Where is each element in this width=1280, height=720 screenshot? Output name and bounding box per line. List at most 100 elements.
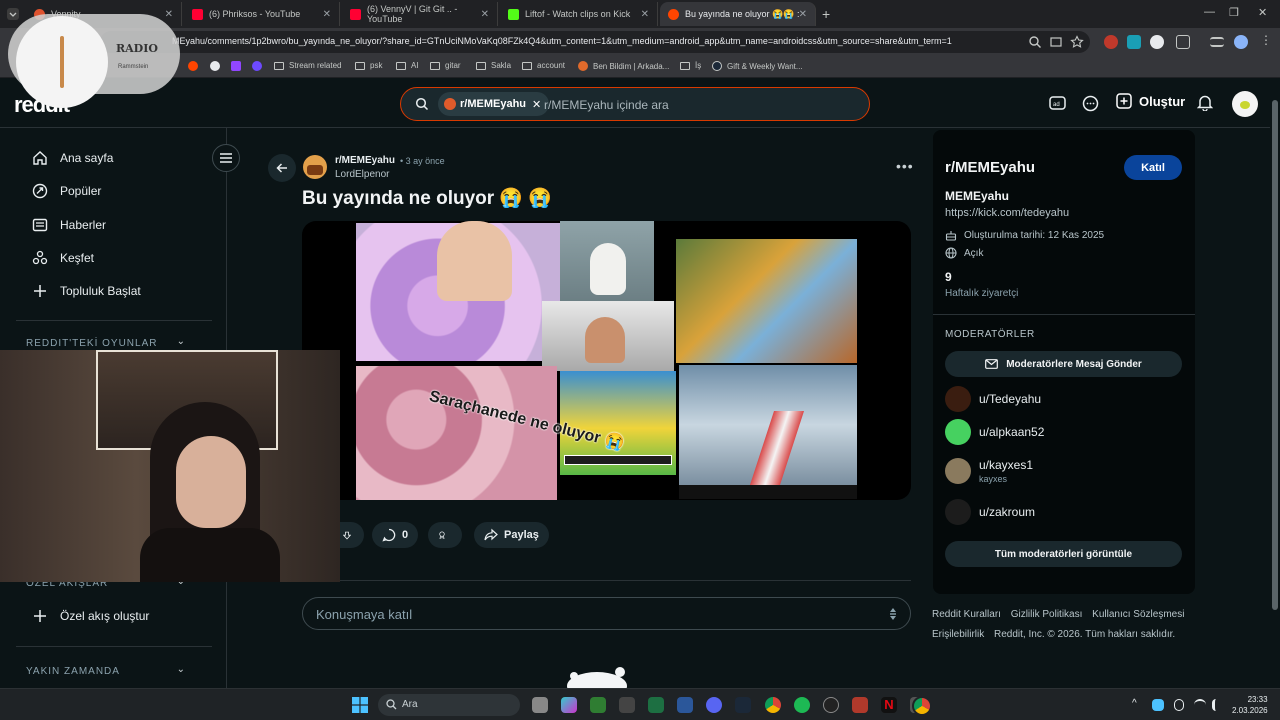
maximize-icon[interactable]: ❐ — [1229, 6, 1239, 19]
new-tab-button[interactable]: + — [822, 4, 830, 24]
steam-icon[interactable] — [735, 697, 751, 713]
section-recent-toggle[interactable]: YAKIN ZAMANDA ⌄ — [26, 664, 186, 677]
footer-link[interactable]: Reddit Kuralları — [932, 609, 1001, 620]
spotify-icon[interactable] — [794, 697, 810, 713]
bookmark-folder[interactable]: psk — [355, 61, 382, 70]
post-subreddit-link[interactable]: r/MEMEyahu — [335, 155, 395, 166]
browser-tab[interactable]: (6) VennyV | Git Git .. - YouTube ✕ — [342, 2, 498, 26]
system-clock[interactable]: 23:33 2.03.2026 — [1232, 694, 1268, 716]
comments-button[interactable]: 0 — [372, 522, 419, 548]
volume-icon[interactable] — [1212, 699, 1224, 711]
chrome-active-icon[interactable] — [912, 696, 932, 716]
wifi-icon[interactable] — [1194, 699, 1206, 711]
browser-tab-active[interactable]: Bu yayında ne oluyor 😭😭 : r/ ✕ — [660, 2, 816, 26]
sidebar-item-start-community[interactable]: Topluluk Başlat — [32, 283, 141, 299]
bookmark-proton[interactable] — [252, 61, 267, 71]
extension-icon[interactable] — [1127, 35, 1141, 49]
sidebar-item-popular[interactable]: Popüler — [32, 183, 101, 199]
sidebar-item-news[interactable]: Haberler — [32, 217, 106, 233]
post-more-options-icon[interactable]: ••• — [896, 158, 914, 174]
reading-list-icon[interactable] — [1210, 37, 1224, 47]
bookmark-link[interactable]: Gift & Weekly Want... — [712, 61, 803, 71]
address-bar[interactable]: MEyahu/comments/1p2bwro/bu_yayında_ne_ol… — [100, 31, 1090, 53]
chrome-icon[interactable] — [765, 697, 781, 713]
notifications-bell-icon[interactable] — [1197, 94, 1213, 111]
footer-link[interactable]: Erişilebilirlik — [932, 629, 984, 640]
excel-icon[interactable] — [648, 697, 664, 713]
obs-icon[interactable] — [823, 697, 839, 713]
bookmark-folder[interactable]: İş — [680, 61, 701, 70]
microphone-icon[interactable] — [1174, 699, 1184, 711]
footer-link[interactable]: Gizlilik Politikası — [1011, 609, 1083, 620]
award-button[interactable] — [428, 522, 462, 548]
create-post-button[interactable]: Oluştur — [1116, 93, 1185, 109]
word-icon[interactable] — [677, 697, 693, 713]
tab-close-icon[interactable]: ✕ — [799, 9, 807, 20]
moderator-item[interactable]: u/alpkaan52 — [945, 419, 1044, 445]
subreddit-avatar[interactable] — [303, 155, 327, 179]
netflix-icon[interactable]: N — [881, 697, 897, 713]
tab-close-icon[interactable]: ✕ — [165, 9, 173, 20]
resize-handle-icon[interactable] — [889, 606, 897, 622]
app-icon[interactable] — [590, 697, 606, 713]
windows-start-icon[interactable] — [352, 697, 368, 713]
section-games-toggle[interactable]: REDDIT'TEKİ OYUNLAR ⌄ — [26, 336, 186, 349]
view-all-mods-button[interactable]: Tüm moderatörleri görüntüle — [945, 541, 1182, 567]
bookmark-twitch[interactable] — [231, 61, 246, 71]
user-avatar[interactable] — [1232, 91, 1258, 117]
tray-overflow-icon[interactable]: ^ — [1132, 698, 1137, 709]
bookmark-folder[interactable]: AI — [396, 61, 419, 70]
extensions-puzzle-icon[interactable] — [1176, 35, 1190, 49]
minimize-icon[interactable]: — — [1204, 6, 1215, 18]
scrollbar-thumb[interactable] — [1272, 100, 1278, 610]
tab-search-button[interactable] — [6, 4, 20, 24]
message-mods-button[interactable]: Moderatörlere Mesaj Gönder — [945, 351, 1182, 377]
copilot-icon[interactable] — [561, 697, 577, 713]
url-text[interactable]: MEyahu/comments/1p2bwro/bu_yayında_ne_ol… — [172, 36, 952, 46]
footer-link[interactable]: Kullanıcı Sözleşmesi — [1092, 609, 1184, 620]
sidebar-item-home[interactable]: Ana sayfa — [32, 150, 113, 166]
task-view-icon[interactable] — [532, 697, 548, 713]
extension-icon[interactable] — [1150, 35, 1164, 49]
app-icon[interactable] — [852, 697, 868, 713]
collapse-sidebar-button[interactable] — [212, 144, 240, 172]
extension-icon[interactable] — [1104, 35, 1118, 49]
profile-avatar-icon[interactable] — [1234, 35, 1248, 49]
app-icon[interactable] — [619, 697, 635, 713]
page-scrollbar[interactable] — [1270, 78, 1280, 688]
tab-close-icon[interactable]: ✕ — [641, 9, 649, 20]
join-button[interactable]: Katıl — [1124, 155, 1182, 180]
share-button[interactable]: Paylaş — [474, 522, 549, 548]
taskbar-search[interactable]: Ara — [378, 694, 520, 716]
sidebar-item-explore[interactable]: Keşfet — [32, 250, 94, 266]
moderator-item[interactable]: u/zakroum — [945, 499, 1035, 525]
chat-icon[interactable] — [1082, 95, 1099, 112]
search-bar[interactable]: r/MEMEyahu ✕ r/MEMEyahu içinde ara — [400, 87, 870, 121]
discord-icon[interactable] — [706, 697, 722, 713]
install-app-icon[interactable] — [1049, 35, 1063, 49]
search-community-chip[interactable]: r/MEMEyahu ✕ — [438, 92, 550, 116]
bookmark-folder[interactable]: account — [522, 61, 565, 70]
post-author-link[interactable]: LordElpenor — [335, 169, 389, 180]
back-button[interactable] — [268, 154, 296, 182]
community-link[interactable]: https://kick.com/tedeyahu — [945, 207, 1069, 219]
tray-app-icon[interactable] — [1152, 699, 1164, 711]
browser-tab[interactable]: Liftof - Watch clips on Kick ✕ — [500, 2, 658, 26]
chip-remove-icon[interactable]: ✕ — [532, 98, 541, 111]
window-close-icon[interactable]: ✕ — [1258, 6, 1267, 19]
bookmark-reddit[interactable] — [188, 61, 203, 71]
moderator-item[interactable]: u/kayxes1 kayxes — [945, 458, 1033, 484]
moderator-item[interactable]: u/Tedeyahu — [945, 386, 1041, 412]
post-video[interactable] — [302, 221, 911, 500]
bookmark-folder[interactable]: Sakla — [476, 61, 511, 70]
bookmark-star-icon[interactable] — [1070, 35, 1084, 49]
chrome-menu-icon[interactable]: ⋮ — [1260, 33, 1274, 47]
downvote-button[interactable] — [336, 522, 364, 548]
zoom-icon[interactable] — [1028, 35, 1042, 49]
bookmark-folder[interactable]: Stream related — [274, 61, 341, 70]
community-name[interactable]: r/MEMEyahu — [945, 159, 1035, 176]
bookmark-link[interactable]: Ben Bildim | Arkada... — [578, 61, 669, 71]
bookmark-github[interactable] — [210, 61, 225, 71]
tab-close-icon[interactable]: ✕ — [481, 9, 489, 20]
comment-input[interactable]: Konuşmaya katıl — [302, 597, 911, 630]
